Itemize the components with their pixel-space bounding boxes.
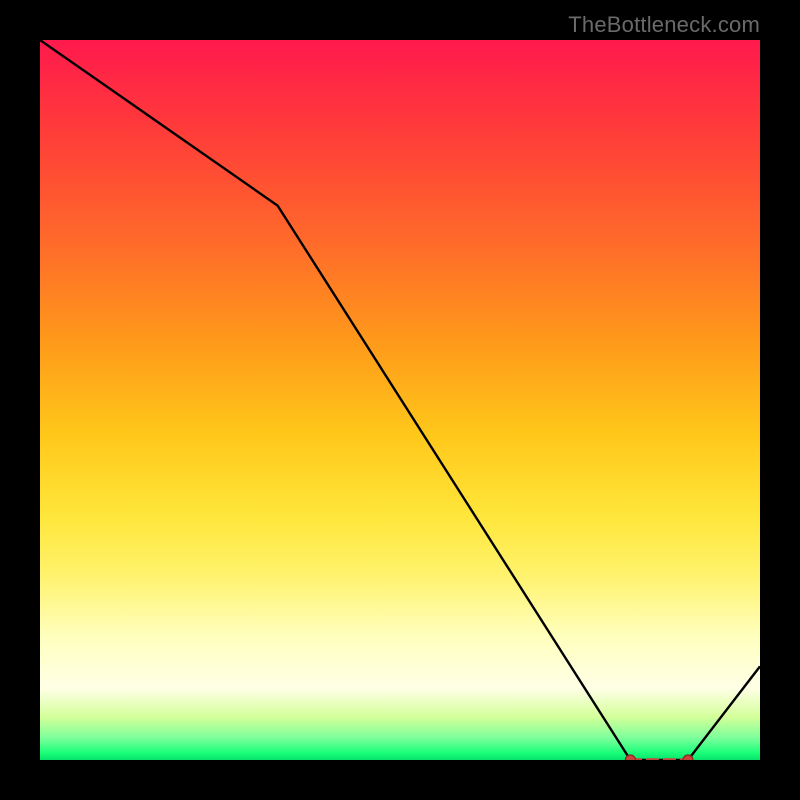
chart-overlay: [40, 40, 760, 760]
watermark-text: TheBottleneck.com: [568, 12, 760, 38]
highlight-dot-end: [683, 755, 693, 760]
plot-area: [40, 40, 760, 760]
bottleneck-curve-line: [40, 40, 760, 760]
highlight-dot-start: [625, 755, 635, 760]
chart-frame: TheBottleneck.com: [0, 0, 800, 800]
